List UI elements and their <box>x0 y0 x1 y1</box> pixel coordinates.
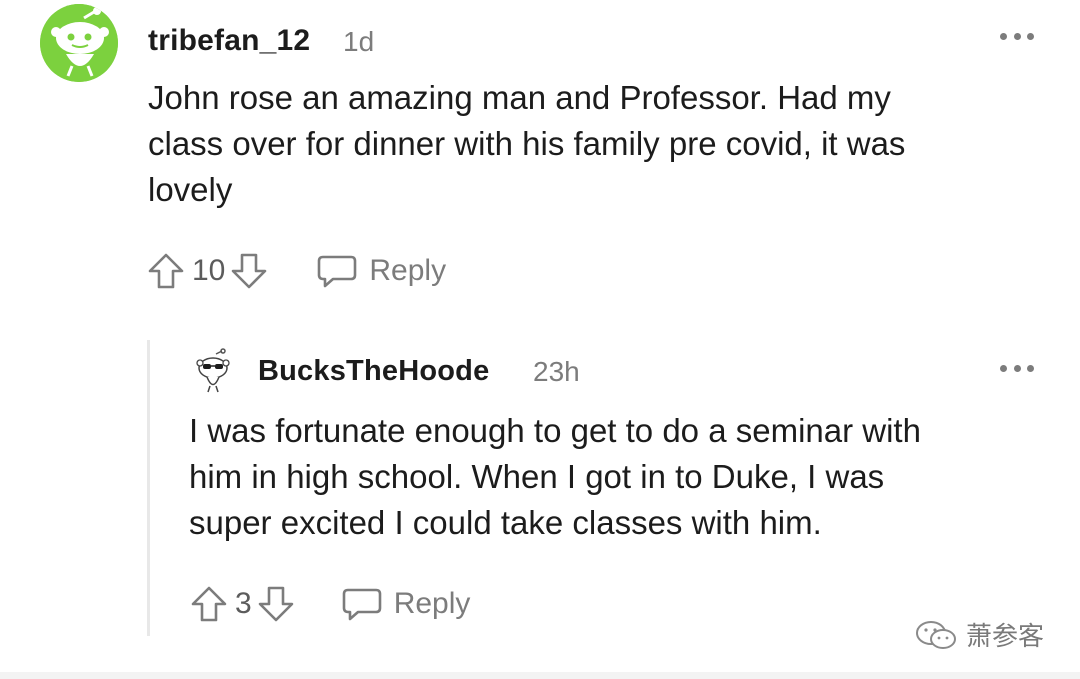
snoo-avatar-icon <box>40 4 118 82</box>
dot-icon <box>1013 364 1021 372</box>
downvote-icon[interactable] <box>256 584 296 624</box>
reply-button[interactable]: Reply <box>340 584 471 624</box>
comment-username[interactable]: tribefan_12 <box>148 24 310 58</box>
comment-bubble-icon <box>342 588 381 621</box>
comment-timestamp: 23h <box>533 356 580 387</box>
reply-button[interactable]: Reply <box>315 251 446 291</box>
comment-body-line: I was fortunate enough to get to do a se… <box>189 412 921 449</box>
dot-icon <box>1027 32 1034 40</box>
comment-body: John rose an amazing man and Professor. … <box>148 75 905 213</box>
dot-icon <box>1000 32 1007 40</box>
comment-actions: 10 Reply <box>146 251 446 291</box>
comment-body-line: class over for dinner with his family pr… <box>148 125 906 162</box>
comment-body-line: John rose an amazing man and Professor. … <box>148 79 891 116</box>
comment-body-line: super excited I could take classes with … <box>189 504 822 541</box>
comment-username[interactable]: BucksTheHoode <box>258 355 489 388</box>
downvote-icon[interactable] <box>229 251 269 291</box>
wechat-icon <box>916 620 956 649</box>
dot-icon <box>1027 364 1034 372</box>
upvote-icon[interactable] <box>189 584 229 624</box>
reply-label: Reply <box>393 587 471 620</box>
more-options-button[interactable] <box>1000 28 1034 44</box>
comment-body-line: him in high school. When I got in to Duk… <box>189 458 885 495</box>
more-options-button[interactable] <box>1000 360 1034 376</box>
comment-actions: 3 Reply <box>189 584 470 624</box>
divider <box>0 672 1080 679</box>
comment-timestamp: 1d <box>343 26 375 57</box>
reply-label: Reply <box>369 254 447 287</box>
comment-body-line: lovely <box>148 171 233 208</box>
avatar[interactable] <box>40 4 118 82</box>
dot-icon <box>1013 32 1021 40</box>
snoo-sunglasses-avatar-icon <box>196 348 230 393</box>
comment-body: I was fortunate enough to get to do a se… <box>189 408 921 546</box>
vote-count: 10 <box>192 254 226 287</box>
watermark-label: 萧参客 <box>966 621 1045 651</box>
vote-count: 3 <box>235 587 252 620</box>
comment-bubble-icon <box>318 255 357 288</box>
upvote-icon[interactable] <box>146 251 186 291</box>
comment-tribefan: tribefan_12 1d John rose an amazing man … <box>0 0 1080 330</box>
watermark: 萧参客 <box>914 616 1044 653</box>
dot-icon <box>1000 364 1007 372</box>
thread-line[interactable] <box>147 340 150 636</box>
avatar[interactable] <box>190 348 236 394</box>
